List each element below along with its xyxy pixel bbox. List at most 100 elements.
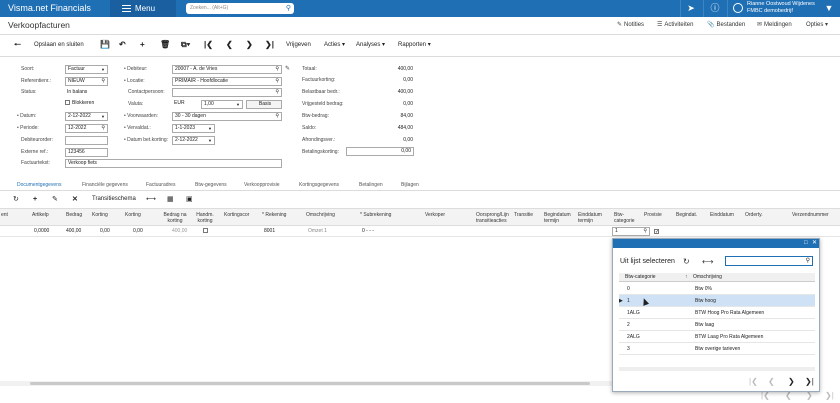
tab-financial-details[interactable]: Financiële gegevens bbox=[82, 180, 128, 190]
first-record-icon[interactable]: |❮ bbox=[204, 38, 213, 52]
list-item[interactable]: 2 Btw laag bbox=[619, 319, 815, 331]
col-header[interactable]: Transitie bbox=[514, 209, 533, 218]
list-item[interactable]: 0 Btw 0% bbox=[619, 283, 815, 295]
tab-commission[interactable]: Verkoopprovisie bbox=[244, 180, 280, 190]
edit-row-icon[interactable]: ✎ bbox=[52, 193, 58, 206]
col-header[interactable]: Artikelp bbox=[32, 209, 49, 218]
col-header[interactable]: Korting bbox=[125, 209, 141, 218]
col-header[interactable]: Bedrag na korting bbox=[160, 209, 190, 224]
col-header[interactable]: Korting bbox=[92, 209, 108, 218]
dialog-next-page-icon[interactable]: ❯ bbox=[788, 377, 795, 386]
notifications-button[interactable]: ✉ Meldingen bbox=[757, 21, 792, 30]
list-item[interactable]: 2ALG BTW Laag Pro Rata Algemeen bbox=[619, 331, 815, 343]
search-icon[interactable]: ⚲ bbox=[275, 78, 279, 85]
dialog-first-page-icon[interactable]: |❮ bbox=[749, 377, 758, 386]
type-select[interactable]: Factuur ▼ bbox=[65, 65, 108, 74]
cell-artikelp[interactable]: 0,0000 bbox=[34, 226, 49, 237]
previous-record-icon[interactable]: ❮ bbox=[226, 38, 233, 52]
refresh-icon[interactable]: ↻ bbox=[683, 257, 690, 266]
search-icon[interactable]: ⚲ bbox=[101, 78, 105, 85]
col-header[interactable]: Einddatum bbox=[710, 209, 734, 218]
analyses-menu[interactable]: Analyses ▾ bbox=[356, 38, 385, 52]
col-header[interactable]: Btw-categorie bbox=[614, 209, 636, 224]
grid-last-page-icon[interactable]: ❯| bbox=[825, 391, 834, 400]
customer-field[interactable]: 20007 - A. de Vries ⚲ bbox=[172, 65, 282, 74]
dialog-search-input[interactable]: ⚲ bbox=[725, 256, 813, 266]
files-button[interactable]: 📎 Bestanden bbox=[707, 21, 745, 30]
help-icon[interactable]: ⓘ bbox=[708, 2, 722, 15]
activities-button[interactable]: ☰ Activiteiten bbox=[657, 21, 693, 30]
customer-order-field[interactable] bbox=[65, 136, 108, 145]
menu-button[interactable]: Menu bbox=[110, 0, 176, 17]
col-header-vat-category[interactable]: Btw-categorie bbox=[625, 273, 656, 282]
maximize-icon[interactable]: □ bbox=[804, 239, 808, 248]
scrollbar-thumb[interactable] bbox=[30, 382, 590, 385]
import-icon[interactable]: ▣ bbox=[186, 193, 193, 206]
add-icon[interactable]: + bbox=[140, 38, 145, 52]
commission-checkbox[interactable]: ✓ bbox=[654, 226, 661, 237]
cell-description[interactable]: Omzet 1 bbox=[308, 226, 327, 237]
last-record-icon[interactable]: ❯| bbox=[265, 38, 274, 52]
col-header[interactable]: Oorsprong/Lijn transitieacties bbox=[476, 209, 512, 224]
search-icon[interactable]: ⚲ bbox=[286, 4, 291, 13]
options-button[interactable]: Opties ▾ bbox=[806, 21, 830, 30]
invoice-text-field[interactable]: Verkoop fiets bbox=[65, 159, 282, 168]
tab-vat-details[interactable]: Btw-gegevens bbox=[195, 180, 227, 190]
reference-field[interactable]: NIEUW ⚲ bbox=[65, 77, 108, 86]
payment-discount-field[interactable]: 0,00 bbox=[346, 147, 414, 156]
tab-discount-details[interactable]: Kortingsgegevens bbox=[299, 180, 339, 190]
close-icon[interactable]: ✕ bbox=[812, 239, 817, 248]
send-icon[interactable]: ➤ bbox=[684, 2, 698, 15]
actions-menu[interactable]: Acties ▾ bbox=[324, 38, 345, 52]
external-ref-field[interactable]: 123456 bbox=[65, 148, 108, 157]
refresh-icon[interactable]: ↻ bbox=[13, 193, 19, 206]
cell-amount[interactable]: 400,00 bbox=[66, 226, 81, 237]
terms-field[interactable]: 30 - 30 dagen ⚲ bbox=[172, 112, 282, 121]
due-date-field[interactable]: 1-1-2023 ▼ bbox=[172, 124, 215, 133]
list-item[interactable]: 1ALG BTW Hoog Pro Rata Algemeen bbox=[619, 307, 815, 319]
add-row-icon[interactable]: + bbox=[33, 193, 37, 206]
next-record-icon[interactable]: ❯ bbox=[246, 38, 253, 52]
col-header[interactable]: Omschrijving bbox=[306, 209, 335, 218]
save-icon[interactable]: 💾 bbox=[100, 38, 110, 52]
tab-billing-address[interactable]: Factuuradres bbox=[146, 180, 175, 190]
user-menu-icon[interactable]: ▼ bbox=[822, 2, 836, 15]
col-header[interactable]: * Subrekening bbox=[360, 209, 391, 218]
user-avatar-icon[interactable] bbox=[733, 3, 743, 13]
col-header[interactable]: Orderty. bbox=[745, 209, 763, 218]
cell-discount-2[interactable]: 0,00 bbox=[133, 226, 143, 237]
fit-columns-icon[interactable]: ⟷ bbox=[146, 193, 156, 206]
col-header[interactable]: Provisie bbox=[644, 209, 662, 218]
search-icon[interactable]: ⚲ bbox=[806, 257, 810, 265]
col-header[interactable]: Handm. korting bbox=[193, 209, 217, 224]
search-icon[interactable]: ⚲ bbox=[101, 125, 105, 132]
search-icon[interactable]: ⚲ bbox=[275, 89, 279, 96]
save-close-button[interactable]: Opslaan en sluiten bbox=[34, 38, 84, 52]
col-header-description[interactable]: Omschrijving bbox=[693, 273, 722, 282]
table-row[interactable]: 0,0000 400,00 0,00 0,00 400,00 8001 Omze… bbox=[0, 226, 840, 237]
cell-discount-1[interactable]: 0,00 bbox=[100, 226, 110, 237]
copy-icon[interactable]: ⧉▾ bbox=[181, 38, 190, 52]
release-button[interactable]: Vrijgeven bbox=[286, 38, 311, 52]
col-header[interactable]: Verkoper bbox=[425, 209, 445, 218]
delete-icon[interactable]: 🗑 bbox=[160, 38, 170, 52]
exchange-rate-field[interactable]: 1,00 ▼ bbox=[201, 100, 243, 109]
tab-payments[interactable]: Betalingen bbox=[359, 180, 383, 190]
dialog-last-page-icon[interactable]: ❯| bbox=[805, 377, 814, 386]
fit-columns-icon[interactable]: ⟷ bbox=[702, 257, 713, 266]
vat-category-input[interactable]: 1 ⚲ bbox=[612, 227, 650, 236]
col-header[interactable]: Bedrag bbox=[66, 209, 82, 218]
undo-icon[interactable]: ↶ bbox=[119, 38, 126, 52]
col-header[interactable]: Begindat. bbox=[676, 209, 697, 218]
col-header-fragment[interactable]: ent bbox=[1, 209, 8, 218]
cell-account[interactable]: 8001 bbox=[264, 226, 275, 237]
search-icon[interactable]: ⚲ bbox=[275, 113, 279, 120]
period-field[interactable]: 12-2022 ⚲ bbox=[65, 124, 108, 133]
grid-next-page-icon[interactable]: ❯ bbox=[806, 391, 813, 400]
col-header[interactable]: Verzendnummer bbox=[792, 209, 829, 218]
user-info[interactable]: Rianne Oostwoud Wijdenes FMBC demobedrij… bbox=[747, 1, 815, 15]
delete-row-icon[interactable]: ✕ bbox=[72, 193, 78, 206]
manual-discount-checkbox[interactable] bbox=[203, 226, 210, 237]
reports-menu[interactable]: Rapporten ▾ bbox=[398, 38, 431, 52]
search-icon[interactable]: ⚲ bbox=[643, 228, 647, 235]
